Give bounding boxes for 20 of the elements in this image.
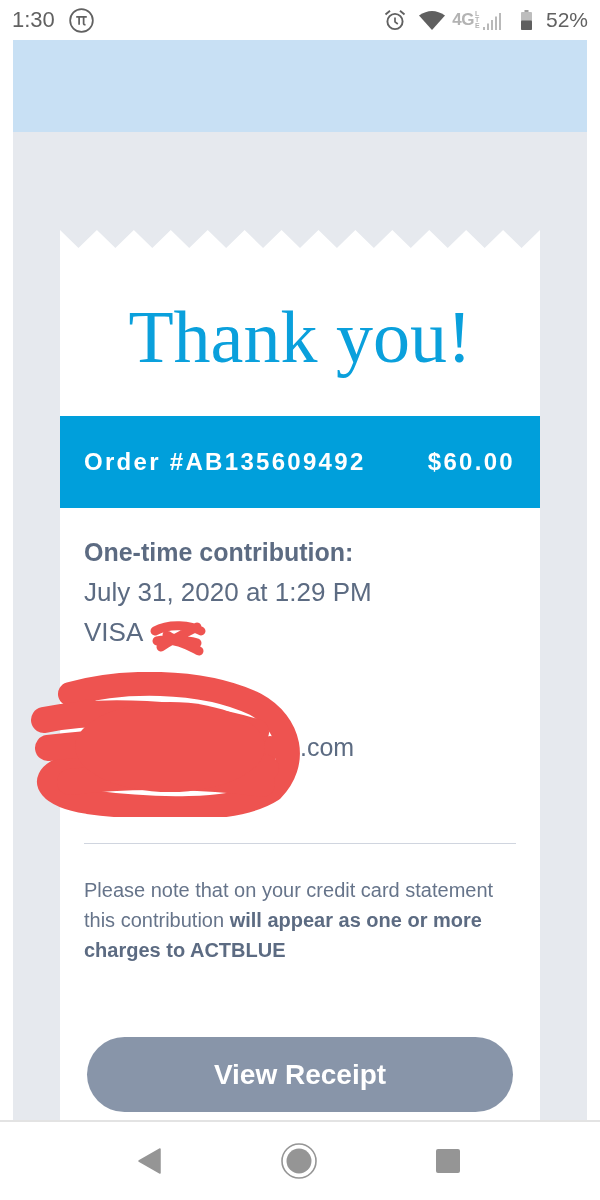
view-receipt-button[interactable]: View Receipt bbox=[87, 1037, 513, 1112]
back-icon[interactable] bbox=[138, 1148, 161, 1174]
contribution-type-label: One-time contribution: bbox=[84, 538, 354, 566]
order-amount: $60.00 bbox=[427, 448, 515, 476]
alarm-clock-icon bbox=[384, 9, 407, 31]
detail-text: VISA bbox=[84, 617, 144, 647]
wifi-icon bbox=[419, 10, 446, 30]
email-text: .com bbox=[300, 733, 355, 761]
thank-you-heading: Thank you! bbox=[127, 297, 473, 377]
statement-note: Please note that on your credit card statement this contribution will appear as one or more charges to ACTBLUE bbox=[84, 878, 495, 963]
detail-text: July 31, 2020 at 1:29 PM bbox=[84, 577, 372, 607]
order-number: Order #AB135609492 bbox=[84, 448, 366, 476]
network-type: 4G bbox=[452, 11, 474, 29]
battery-icon bbox=[520, 10, 532, 30]
square-icon[interactable] bbox=[436, 1148, 460, 1174]
battery-percent: 52% bbox=[545, 8, 588, 32]
pi-icon bbox=[68, 7, 94, 33]
status-time: 1:30 bbox=[12, 7, 55, 33]
home-icon[interactable] bbox=[280, 1143, 317, 1179]
signal-bars-icon bbox=[482, 10, 503, 30]
